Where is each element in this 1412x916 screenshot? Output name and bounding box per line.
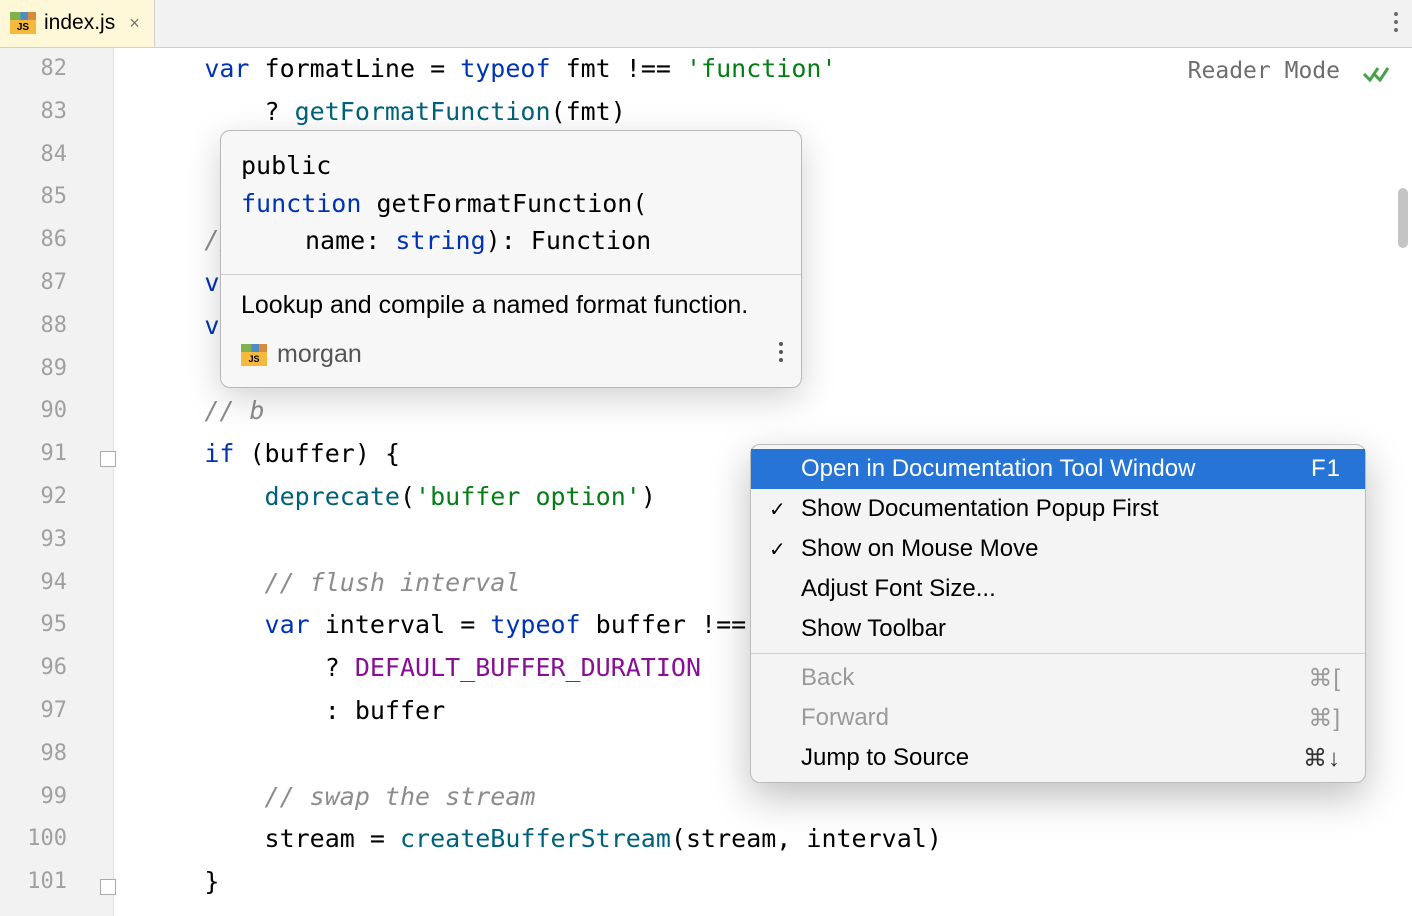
menu-item[interactable]: ✓Show on Mouse Move (751, 529, 1365, 569)
doc-function-keyword: function (241, 189, 361, 218)
menu-item: Back⌘[ (751, 658, 1365, 698)
menu-item-label: Adjust Font Size... (801, 575, 1341, 603)
tab-bar: JS index.js × (0, 0, 1412, 48)
tab-indexjs[interactable]: JS index.js × (0, 0, 155, 47)
js-file-icon: JS (241, 344, 267, 366)
line-number: 95 (0, 604, 77, 647)
menu-item-shortcut: ⌘] (1308, 704, 1341, 733)
menu-item[interactable]: Show Toolbar (751, 609, 1365, 649)
doc-param-type: string (395, 226, 485, 255)
tab-filename: index.js (44, 11, 115, 35)
line-number: 91 (0, 433, 77, 476)
menu-item-label: Show Toolbar (801, 615, 1341, 643)
menu-item-label: Back (801, 664, 1308, 692)
menu-separator (751, 653, 1365, 654)
code-line[interactable]: stream = createBufferStream(stream, inte… (114, 818, 942, 861)
close-icon[interactable]: × (129, 13, 140, 34)
menu-item: Forward⌘] (751, 698, 1365, 738)
line-number: 93 (0, 519, 77, 562)
documentation-popup: public function getFormatFunction( name:… (220, 130, 802, 388)
code-line[interactable]: if (buffer) { (114, 433, 400, 476)
code-line[interactable]: // flush interval (114, 562, 520, 605)
line-number: 84 (0, 134, 77, 177)
line-number: 100 (0, 818, 77, 861)
code-line[interactable]: deprecate('buffer option') (114, 476, 656, 519)
menu-item[interactable]: Jump to Source⌘↓ (751, 738, 1365, 778)
doc-description: Lookup and compile a named format functi… (221, 275, 801, 335)
doc-source[interactable]: JS morgan (221, 334, 801, 387)
line-number: 97 (0, 690, 77, 733)
doc-function-name: getFormatFunction (376, 189, 632, 218)
reader-mode-label[interactable]: Reader Mode (1188, 58, 1340, 84)
line-number: 94 (0, 562, 77, 605)
doc-param-name: name (305, 226, 365, 255)
code-line[interactable]: : buffer (114, 690, 445, 733)
code-line[interactable]: ? getFormatFunction(fmt) (114, 91, 626, 134)
line-number: 90 (0, 390, 77, 433)
context-menu: Open in Documentation Tool WindowF1✓Show… (750, 444, 1366, 783)
menu-item[interactable]: Open in Documentation Tool WindowF1 (751, 449, 1365, 489)
doc-return-type: Function (531, 226, 651, 255)
doc-source-name: morgan (277, 340, 362, 369)
code-line[interactable]: var interval = typeof buffer !== 'nu (114, 604, 806, 647)
code-line[interactable]: // swap the stream (114, 776, 535, 819)
menu-item-label: Forward (801, 704, 1308, 732)
gutter: 8283848586878889909192939495969798991001… (0, 48, 114, 916)
menu-item-shortcut: ⌘[ (1308, 664, 1341, 693)
line-number: 85 (0, 176, 77, 219)
line-number: 96 (0, 647, 77, 690)
line-number: 99 (0, 776, 77, 819)
menu-item-label: Show Documentation Popup First (801, 495, 1341, 523)
code-line[interactable]: } (114, 861, 219, 904)
checkmark-icon: ✓ (769, 497, 801, 522)
line-number: 87 (0, 262, 77, 305)
line-number: 92 (0, 476, 77, 519)
code-line[interactable]: var formatLine = typeof fmt !== 'functio… (114, 48, 837, 91)
line-number: 101 (0, 861, 77, 904)
line-number: 88 (0, 305, 77, 348)
menu-item-label: Show on Mouse Move (801, 535, 1341, 563)
line-number: 86 (0, 219, 77, 262)
menu-item[interactable]: Adjust Font Size... (751, 569, 1365, 609)
code-line[interactable]: // b (114, 390, 265, 433)
menu-item-label: Jump to Source (801, 744, 1303, 772)
checkmark-icon: ✓ (769, 537, 801, 562)
line-number: 89 (0, 348, 77, 391)
line-number: 82 (0, 48, 77, 91)
menu-item-label: Open in Documentation Tool Window (801, 455, 1311, 483)
js-file-icon: JS (10, 12, 36, 34)
scrollbar-thumb[interactable] (1398, 188, 1408, 248)
more-icon[interactable] (1394, 12, 1398, 32)
code-line[interactable]: ? DEFAULT_BUFFER_DURATION (114, 647, 701, 690)
doc-signature: public function getFormatFunction( name:… (221, 131, 801, 274)
line-number: 83 (0, 91, 77, 134)
line-number: 98 (0, 733, 77, 776)
more-icon[interactable] (779, 342, 783, 362)
doc-visibility: public (241, 151, 331, 180)
inspection-status-icon[interactable] (1362, 62, 1390, 92)
menu-item-shortcut: ⌘↓ (1303, 744, 1341, 773)
menu-item-shortcut: F1 (1311, 455, 1341, 483)
menu-item[interactable]: ✓Show Documentation Popup First (751, 489, 1365, 529)
